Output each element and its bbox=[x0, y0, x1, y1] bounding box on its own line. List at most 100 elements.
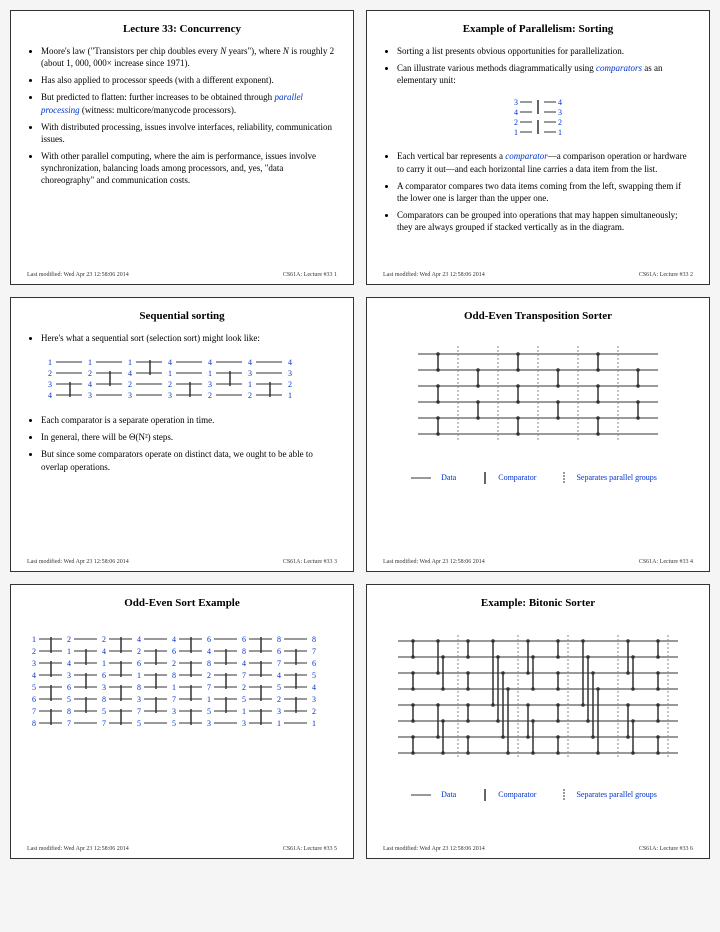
svg-text:1: 1 bbox=[277, 719, 281, 728]
svg-text:4: 4 bbox=[67, 659, 71, 668]
svg-text:1: 1 bbox=[312, 719, 316, 728]
svg-text:6: 6 bbox=[67, 683, 71, 692]
svg-text:4: 4 bbox=[207, 647, 211, 656]
legend-separator: Separates parallel groups bbox=[562, 790, 664, 799]
svg-text:3: 3 bbox=[514, 98, 518, 107]
svg-text:1: 1 bbox=[288, 391, 292, 400]
svg-text:1: 1 bbox=[168, 369, 172, 378]
svg-text:8: 8 bbox=[137, 683, 141, 692]
bullet: Can illustrate various methods diagramma… bbox=[397, 62, 693, 86]
odd-even-example-diagram: 1224466882142648673416284764361827455638… bbox=[27, 629, 337, 739]
svg-text:3: 3 bbox=[48, 380, 52, 389]
svg-text:7: 7 bbox=[172, 695, 176, 704]
svg-text:6: 6 bbox=[102, 671, 106, 680]
legend-comparator: Comparator bbox=[482, 790, 544, 799]
slide-footer: Last modified: Wed Apr 23 12:58:06 2014 … bbox=[27, 559, 337, 565]
footer-right: CS61A: Lecture #33 6 bbox=[639, 846, 693, 852]
svg-text:8: 8 bbox=[277, 635, 281, 644]
slide-footer: Last modified: Wed Apr 23 12:58:06 2014 … bbox=[27, 846, 337, 852]
svg-text:2: 2 bbox=[207, 671, 211, 680]
bullet: Each vertical bar represents a comparato… bbox=[397, 150, 693, 174]
svg-text:4: 4 bbox=[172, 635, 176, 644]
svg-text:1: 1 bbox=[128, 358, 132, 367]
svg-text:7: 7 bbox=[67, 719, 71, 728]
svg-text:6: 6 bbox=[137, 659, 141, 668]
svg-text:5: 5 bbox=[172, 719, 176, 728]
slide-title: Example: Bitonic Sorter bbox=[383, 597, 693, 609]
bullet: Moore's law ("Transistors per chip doubl… bbox=[41, 45, 337, 69]
svg-text:6: 6 bbox=[242, 635, 246, 644]
slide-footer: Last modified: Wed Apr 23 12:58:06 2014 … bbox=[383, 559, 693, 565]
legend-data: Data bbox=[411, 473, 464, 482]
svg-text:6: 6 bbox=[277, 647, 281, 656]
footer-right: CS61A: Lecture #33 2 bbox=[639, 272, 693, 278]
svg-text:2: 2 bbox=[137, 647, 141, 656]
svg-text:3: 3 bbox=[208, 380, 212, 389]
svg-text:2: 2 bbox=[172, 659, 176, 668]
footer-left: Last modified: Wed Apr 23 12:58:06 2014 bbox=[27, 272, 129, 278]
svg-text:1: 1 bbox=[67, 647, 71, 656]
svg-text:3: 3 bbox=[277, 707, 281, 716]
svg-text:6: 6 bbox=[312, 659, 316, 668]
svg-text:6: 6 bbox=[32, 695, 36, 704]
svg-text:2: 2 bbox=[288, 380, 292, 389]
svg-text:3: 3 bbox=[88, 391, 92, 400]
svg-text:2: 2 bbox=[242, 683, 246, 692]
svg-text:4: 4 bbox=[88, 380, 92, 389]
svg-text:2: 2 bbox=[248, 391, 252, 400]
svg-text:1: 1 bbox=[514, 128, 518, 137]
slide-content: Moore's law ("Transistors per chip doubl… bbox=[27, 45, 337, 266]
slide-footer: Last modified: Wed Apr 23 12:58:06 2014 … bbox=[383, 272, 693, 278]
svg-text:3: 3 bbox=[242, 719, 246, 728]
svg-text:3: 3 bbox=[172, 707, 176, 716]
slide-5: Odd-Even Sort Example 1 2 2 4 4 6 6 8 8 2 1 4 2 6 4 8 6 7… bbox=[10, 584, 354, 859]
svg-text:5: 5 bbox=[102, 707, 106, 716]
svg-text:2: 2 bbox=[88, 369, 92, 378]
footer-left: Last modified: Wed Apr 23 12:58:06 2014 bbox=[383, 272, 485, 278]
slide-1: Lecture 33: Concurrency Moore's law ("Tr… bbox=[10, 10, 354, 285]
svg-text:1: 1 bbox=[558, 128, 562, 137]
svg-text:8: 8 bbox=[32, 719, 36, 728]
footer-left: Last modified: Wed Apr 23 12:58:06 2014 bbox=[383, 846, 485, 852]
svg-text:5: 5 bbox=[137, 719, 141, 728]
svg-text:4: 4 bbox=[277, 671, 281, 680]
slide-content: Data Comparator Separates parallel group… bbox=[383, 619, 693, 840]
svg-text:2: 2 bbox=[168, 380, 172, 389]
sequential-sort-diagram: 1114444224113334223124333221 bbox=[42, 354, 322, 404]
svg-text:3: 3 bbox=[102, 683, 106, 692]
slide-content: 1224466882142648673416284764361827455638… bbox=[27, 619, 337, 840]
svg-text:3: 3 bbox=[137, 695, 141, 704]
bullet: Here's what a sequential sort (selection… bbox=[41, 332, 337, 344]
svg-text:6: 6 bbox=[207, 635, 211, 644]
slide-title: Sequential sorting bbox=[27, 310, 337, 322]
footer-right: CS61A: Lecture #33 5 bbox=[283, 846, 337, 852]
svg-text:3: 3 bbox=[32, 659, 36, 668]
slide-2: Example of Parallelism: Sorting Sorting … bbox=[366, 10, 710, 285]
bullet: But predicted to flatten: further increa… bbox=[41, 91, 337, 115]
footer-right: CS61A: Lecture #33 4 bbox=[639, 559, 693, 565]
svg-text:8: 8 bbox=[207, 659, 211, 668]
slide-content: Data Comparator Separates parallel group… bbox=[383, 332, 693, 553]
svg-text:1: 1 bbox=[32, 635, 36, 644]
slide-content: Sorting a list presents obvious opportun… bbox=[383, 45, 693, 266]
bullet: With distributed processing, issues invo… bbox=[41, 121, 337, 145]
svg-text:2: 2 bbox=[128, 380, 132, 389]
svg-text:4: 4 bbox=[248, 358, 252, 367]
legend-separator: Separates parallel groups bbox=[562, 473, 664, 482]
svg-text:2: 2 bbox=[102, 635, 106, 644]
slide-footer: Last modified: Wed Apr 23 12:58:06 2014 … bbox=[27, 272, 337, 278]
bullet: In general, there will be Θ(N²) steps. bbox=[41, 431, 337, 443]
bullet: With other parallel computing, where the… bbox=[41, 150, 337, 186]
svg-text:4: 4 bbox=[102, 647, 106, 656]
bullet: Comparators can be grouped into operatio… bbox=[397, 209, 693, 233]
footer-left: Last modified: Wed Apr 23 12:58:06 2014 bbox=[27, 559, 129, 565]
slide-title: Odd-Even Sort Example bbox=[27, 597, 337, 609]
svg-text:8: 8 bbox=[172, 671, 176, 680]
svg-text:1: 1 bbox=[207, 695, 211, 704]
svg-text:5: 5 bbox=[312, 671, 316, 680]
svg-text:3: 3 bbox=[558, 108, 562, 117]
footer-right: CS61A: Lecture #33 3 bbox=[283, 559, 337, 565]
svg-text:1: 1 bbox=[102, 659, 106, 668]
svg-text:1: 1 bbox=[242, 707, 246, 716]
svg-text:1: 1 bbox=[248, 380, 252, 389]
